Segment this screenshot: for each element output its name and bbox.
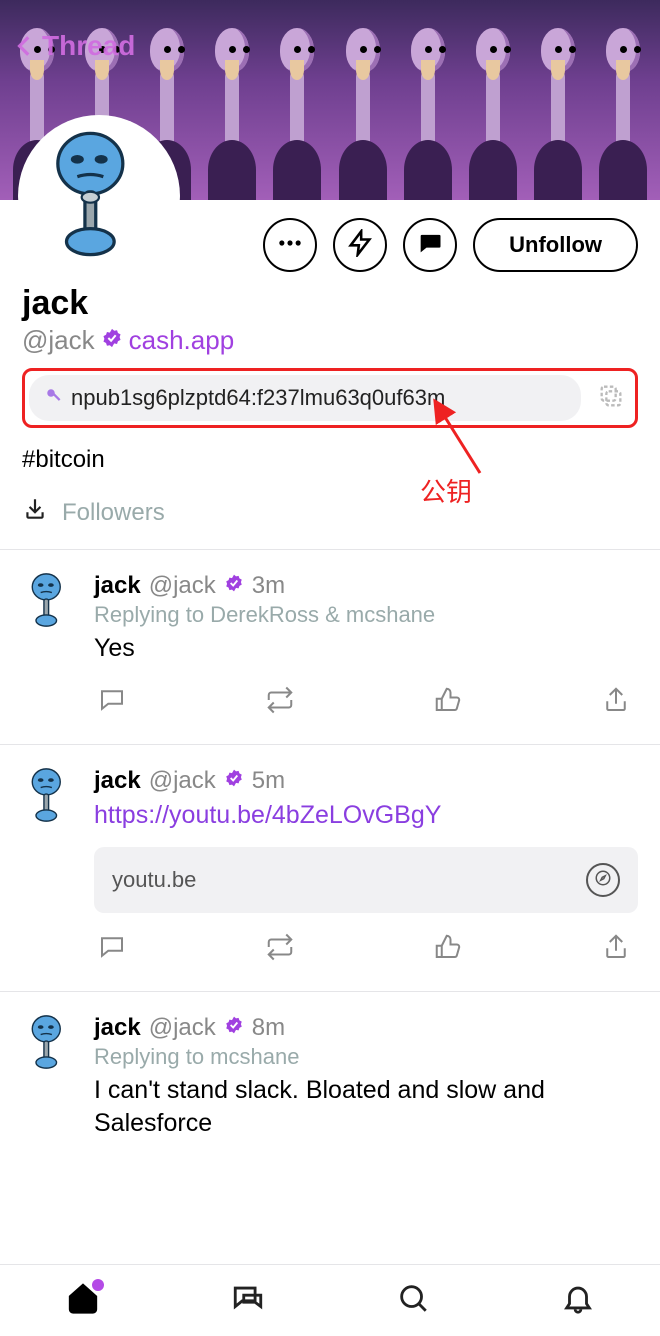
post-author-handle[interactable]: @jack — [149, 1014, 216, 1042]
bio-hashtag[interactable]: #bitcoin — [22, 446, 638, 474]
verified-badge-icon — [224, 767, 244, 795]
zap-button[interactable] — [333, 218, 387, 272]
post-author-handle[interactable]: @jack — [149, 767, 216, 795]
tab-notifications[interactable] — [561, 1281, 595, 1320]
share-icon — [601, 685, 631, 720]
website-link[interactable]: cash.app — [129, 325, 235, 356]
copy-icon — [597, 382, 625, 415]
reply-icon — [97, 932, 127, 967]
post-content: Yes — [94, 632, 638, 666]
verified-badge-icon — [224, 1014, 244, 1042]
share-button[interactable] — [598, 688, 634, 718]
like-icon — [433, 932, 463, 967]
key-icon — [45, 385, 63, 411]
like-button[interactable] — [430, 688, 466, 718]
avatar[interactable] — [18, 115, 180, 277]
open-link-button[interactable] — [586, 863, 620, 897]
post-avatar[interactable] — [22, 1014, 78, 1070]
feed-post[interactable]: jack @jack 5m https://youtu.be/4bZeLOvGB… — [0, 745, 660, 991]
post-time: 5m — [252, 767, 285, 795]
post-author-handle[interactable]: @jack — [149, 572, 216, 600]
pubkey-text: npub1sg6plzptd64:f237lmu63q0uf63m — [71, 385, 445, 411]
more-button[interactable] — [263, 218, 317, 272]
post-time: 3m — [252, 572, 285, 600]
message-button[interactable] — [403, 218, 457, 272]
feed-post[interactable]: jack @jack 3m Replying to DerekRoss & mc… — [0, 550, 660, 744]
download-icon — [22, 496, 48, 529]
feed-post[interactable]: jack @jack 8m Replying to mcshane I can'… — [0, 992, 660, 1142]
unfollow-button[interactable]: Unfollow — [473, 218, 638, 272]
post-reply-to[interactable]: Replying to DerekRoss & mcshane — [94, 602, 638, 628]
post-content: I can't stand slack. Bloated and slow an… — [94, 1074, 638, 1142]
share-icon — [601, 932, 631, 967]
post-avatar[interactable] — [22, 767, 78, 823]
followers-label: Followers — [62, 499, 165, 527]
display-name: jack — [22, 284, 638, 323]
compass-icon — [594, 867, 612, 893]
thread-back-button[interactable]: Thread — [12, 30, 135, 62]
thread-label: Thread — [42, 30, 135, 62]
tab-home[interactable] — [66, 1281, 100, 1320]
repost-icon — [265, 685, 295, 720]
link-preview-card[interactable]: youtu.be — [94, 847, 638, 913]
home-icon — [66, 1302, 100, 1319]
avatar-image — [44, 129, 154, 264]
ellipsis-icon — [276, 229, 304, 262]
verified-badge-icon — [224, 572, 244, 600]
like-icon — [433, 685, 463, 720]
post-author-name[interactable]: jack — [94, 572, 141, 600]
verified-badge-icon — [101, 325, 123, 356]
tab-bar — [0, 1264, 660, 1336]
post-reply-to[interactable]: Replying to mcshane — [94, 1044, 638, 1070]
handle: @jack — [22, 325, 95, 356]
repost-button[interactable] — [262, 935, 298, 965]
reply-button[interactable] — [94, 688, 130, 718]
link-card-domain: youtu.be — [112, 867, 196, 893]
followers-row[interactable]: Followers — [22, 496, 638, 549]
copy-button[interactable] — [591, 378, 631, 418]
post-time: 8m — [252, 1014, 285, 1042]
annotation-label: 公钥 — [420, 472, 472, 509]
lightning-icon — [346, 229, 374, 262]
search-icon — [396, 1302, 430, 1319]
reply-icon — [97, 685, 127, 720]
feed: jack @jack 3m Replying to DerekRoss & mc… — [0, 550, 660, 1141]
messages-icon — [231, 1302, 265, 1319]
post-avatar[interactable] — [22, 572, 78, 628]
pubkey-pill[interactable]: npub1sg6plzptd64:f237lmu63q0uf63m — [29, 375, 581, 421]
post-action-row — [94, 913, 638, 991]
post-author-name[interactable]: jack — [94, 1014, 141, 1042]
handle-row: @jack cash.app — [22, 325, 638, 356]
reply-button[interactable] — [94, 935, 130, 965]
pubkey-highlight-box: npub1sg6plzptd64:f237lmu63q0uf63m — [22, 368, 638, 428]
repost-button[interactable] — [262, 688, 298, 718]
bell-icon — [561, 1302, 595, 1319]
chat-icon — [416, 229, 444, 262]
tab-search[interactable] — [396, 1281, 430, 1320]
repost-icon — [265, 932, 295, 967]
post-action-row — [94, 666, 638, 744]
post-author-name[interactable]: jack — [94, 767, 141, 795]
post-link[interactable]: https://youtu.be/4bZeLOvGBgY — [94, 801, 441, 829]
share-button[interactable] — [598, 935, 634, 965]
notification-dot-icon — [92, 1279, 104, 1291]
tab-messages[interactable] — [231, 1281, 265, 1320]
like-button[interactable] — [430, 935, 466, 965]
